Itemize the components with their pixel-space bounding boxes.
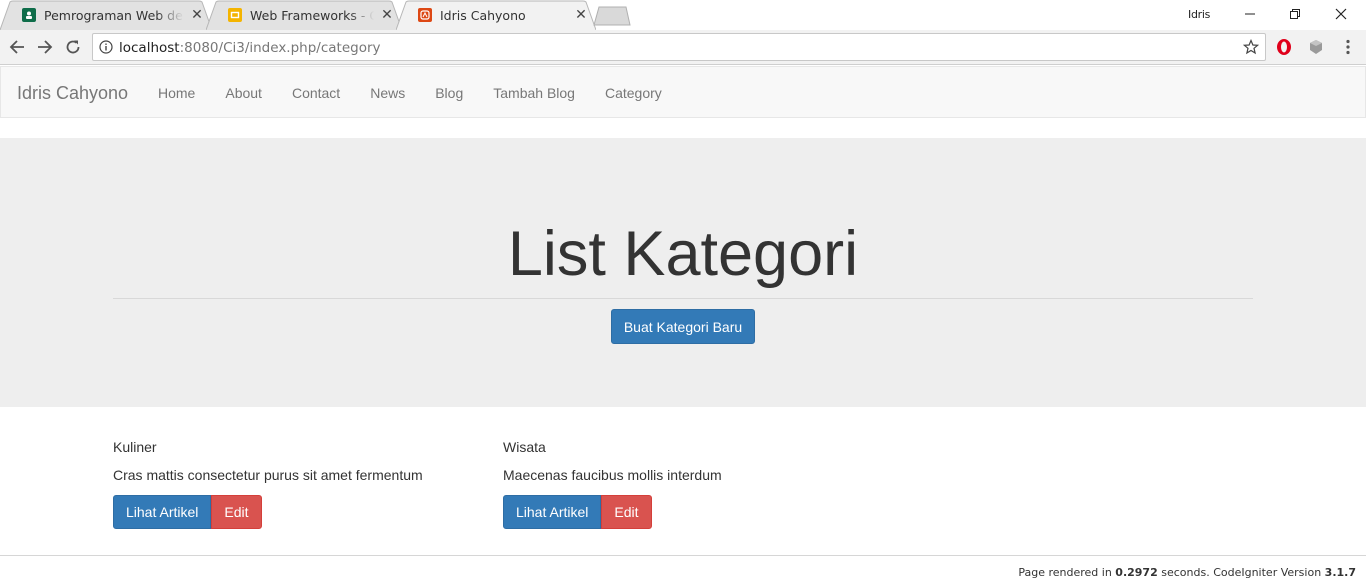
url-host: localhost <box>119 40 180 56</box>
page-content: Idris Cahyono Home About Contact News Bl… <box>0 66 1366 583</box>
url-text[interactable]: localhost:8080/Ci3/index.php/category <box>119 40 381 56</box>
nav-link-category[interactable]: Category <box>590 67 677 119</box>
reload-icon <box>66 40 80 54</box>
close-window-button[interactable] <box>1318 0 1364 28</box>
close-icon[interactable]: ✕ <box>380 7 394 23</box>
slides-icon <box>228 8 242 22</box>
minimize-button[interactable] <box>1227 0 1273 28</box>
footer-render-info: Page rendered in 0.2972 seconds. CodeIgn… <box>1018 566 1356 579</box>
browser-toolbar: localhost:8080/Ci3/index.php/category <box>0 30 1366 65</box>
tab-title: Pemrograman Web dengan <box>44 7 184 23</box>
info-icon[interactable] <box>99 40 113 54</box>
extension-icon[interactable] <box>1307 38 1325 56</box>
forward-button[interactable] <box>34 36 56 58</box>
opera-icon[interactable] <box>1275 38 1293 56</box>
ci-version: 3.1.7 <box>1324 566 1356 579</box>
render-time: 0.2972 <box>1115 566 1158 579</box>
category-card: Wisata Maecenas faucibus mollis interdum… <box>503 437 863 529</box>
forward-arrow-icon <box>38 40 53 54</box>
footer-divider <box>0 555 1366 556</box>
new-category-button[interactable]: Buat Kategori Baru <box>611 309 755 344</box>
nav-link-contact[interactable]: Contact <box>277 67 355 119</box>
bookmark-star-icon[interactable] <box>1243 39 1259 55</box>
tab-pemrograman[interactable]: Pemrograman Web dengan ✕ <box>0 0 212 30</box>
category-name: Kuliner <box>113 439 157 455</box>
page-title: List Kategori <box>507 219 859 289</box>
nav-link-about[interactable]: About <box>210 67 277 119</box>
new-tab-button[interactable] <box>592 6 632 26</box>
tab-web-frameworks[interactable]: Web Frameworks - Google ✕ <box>206 0 402 30</box>
close-icon[interactable]: ✕ <box>574 7 588 23</box>
close-window-icon <box>1335 8 1347 20</box>
tab-title: Idris Cahyono <box>440 7 526 23</box>
tab-title: Web Frameworks - Google <box>250 7 374 23</box>
nav-link-blog[interactable]: Blog <box>420 67 478 119</box>
address-bar[interactable]: localhost:8080/Ci3/index.php/category <box>92 33 1266 61</box>
back-button[interactable] <box>6 36 28 58</box>
close-icon[interactable]: ✕ <box>190 7 204 23</box>
minimize-icon <box>1245 13 1255 15</box>
view-articles-button[interactable]: Lihat Artikel <box>503 495 602 529</box>
category-actions: Lihat Artikel Edit <box>503 495 863 529</box>
edit-button[interactable]: Edit <box>211 495 262 529</box>
navbar-links: Home About Contact News Blog Tambah Blog… <box>143 67 677 119</box>
navbar-brand[interactable]: Idris Cahyono <box>17 83 128 104</box>
nav-link-news[interactable]: News <box>355 67 420 119</box>
menu-kebab-icon[interactable] <box>1339 38 1357 56</box>
tab-idris-cahyono-active[interactable]: Idris Cahyono ✕ <box>396 0 596 30</box>
profile-name[interactable]: Idris <box>1188 8 1210 21</box>
reload-button[interactable] <box>62 36 84 58</box>
footer-middle: seconds. CodeIgniter Version <box>1157 566 1325 579</box>
jumbotron: List Kategori Buat Kategori Baru <box>0 138 1366 407</box>
nav-link-tambah-blog[interactable]: Tambah Blog <box>478 67 590 119</box>
category-actions: Lihat Artikel Edit <box>113 495 473 529</box>
back-arrow-icon <box>9 40 24 54</box>
url-path: :8080/Ci3/index.php/category <box>179 40 381 56</box>
title-divider <box>113 298 1253 299</box>
category-name: Wisata <box>503 439 546 455</box>
nav-link-home[interactable]: Home <box>143 67 210 119</box>
footer-prefix: Page rendered in <box>1018 566 1116 579</box>
classroom-icon <box>22 8 36 22</box>
edit-button[interactable]: Edit <box>601 495 652 529</box>
category-description: Cras mattis consectetur purus sit amet f… <box>113 467 423 483</box>
restore-icon <box>1290 9 1300 19</box>
category-card: Kuliner Cras mattis consectetur purus si… <box>113 437 473 529</box>
codeigniter-icon <box>418 8 432 22</box>
site-navbar: Idris Cahyono Home About Contact News Bl… <box>0 66 1366 118</box>
category-description: Maecenas faucibus mollis interdum <box>503 467 722 483</box>
view-articles-button[interactable]: Lihat Artikel <box>113 495 212 529</box>
restore-button[interactable] <box>1272 0 1318 28</box>
